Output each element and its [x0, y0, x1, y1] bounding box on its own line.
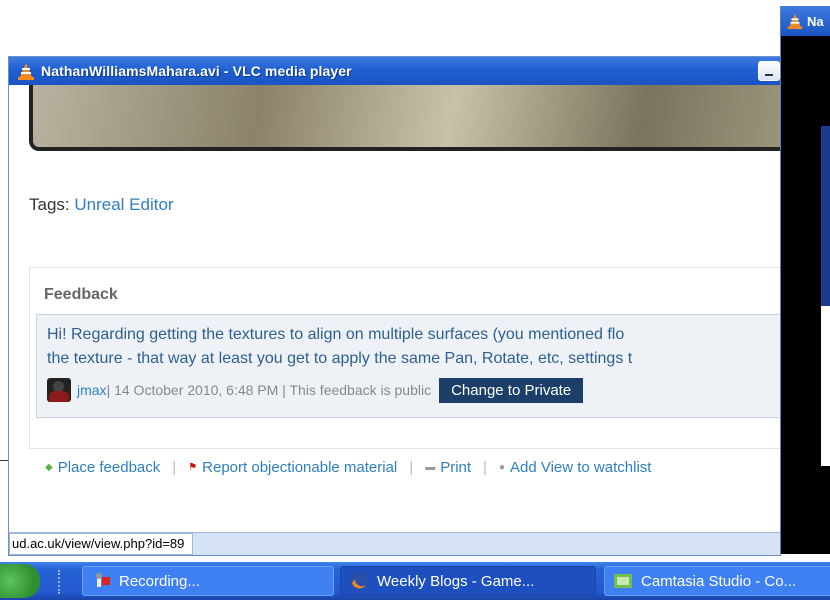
- vlc-window: NathanWilliamsMahara.avi - VLC media pla…: [8, 56, 781, 556]
- watchlist-icon: ●: [498, 462, 505, 473]
- vlc-cone-icon: [18, 63, 34, 80]
- web-content: Tags: Unreal Editor Feedback Hi! Regardi…: [9, 85, 780, 555]
- separator: |: [409, 459, 414, 476]
- status-url: ud.ac.uk/view/view.php?id=89: [9, 533, 194, 555]
- feedback-section: Feedback Hi! Regarding getting the textu…: [29, 267, 780, 449]
- separator: |: [172, 459, 177, 476]
- minimize-button[interactable]: [758, 61, 780, 81]
- feedback-meta-text: | 14 October 2010, 6:48 PM | This feedba…: [106, 382, 432, 398]
- taskbar: Recording... Weekly Blogs - Game... Camt…: [0, 562, 830, 600]
- print-icon: ▬: [425, 462, 436, 473]
- video-area: [821, 306, 830, 466]
- feedback-line: Hi! Regarding getting the textures to al…: [47, 326, 625, 343]
- print-link[interactable]: Print: [440, 459, 471, 476]
- watchlist-link[interactable]: Add View to watchlist: [510, 459, 651, 476]
- place-feedback-icon: ◆: [45, 462, 53, 473]
- feedback-meta: jmax | 14 October 2010, 6:48 PM | This f…: [47, 377, 584, 403]
- second-vlc-window[interactable]: Na: [780, 6, 830, 554]
- status-bar: ud.ac.uk/view/view.php?id=89: [9, 532, 780, 555]
- taskbar-grip[interactable]: [58, 570, 68, 594]
- taskbar-item-label: Weekly Blogs - Game...: [377, 572, 535, 590]
- feedback-item: Hi! Regarding getting the textures to al…: [36, 314, 780, 418]
- second-window-titlebar[interactable]: Na: [781, 6, 830, 36]
- change-to-private-button[interactable]: Change to Private: [439, 377, 584, 403]
- second-window-title: Na: [807, 13, 824, 29]
- tag-link[interactable]: Unreal Editor: [74, 195, 173, 214]
- recording-icon: [96, 573, 110, 587]
- firefox-icon: [350, 572, 368, 590]
- separator: |: [483, 459, 487, 476]
- author-link[interactable]: jmax: [77, 382, 107, 398]
- tags-label: Tags:: [29, 195, 70, 214]
- place-feedback-link[interactable]: Place feedback: [58, 459, 161, 476]
- report-link[interactable]: Report objectionable material: [202, 459, 397, 476]
- avatar[interactable]: [47, 378, 71, 402]
- taskbar-item-weekly-blogs[interactable]: Weekly Blogs - Game...: [340, 566, 596, 596]
- feedback-heading: Feedback: [44, 286, 118, 303]
- feedback-line: the texture - that way at least you get …: [47, 350, 633, 367]
- taskbar-item-label: Recording...: [119, 572, 200, 590]
- taskbar-item-label: Camtasia Studio - Co...: [641, 572, 797, 590]
- taskbar-item-camtasia[interactable]: Camtasia Studio - Co...: [604, 566, 830, 596]
- vlc-cone-icon: [787, 13, 803, 29]
- start-button[interactable]: [0, 564, 40, 598]
- flag-icon: ⚑: [188, 462, 198, 473]
- camtasia-icon: [614, 574, 632, 588]
- action-links: ◆ Place feedback | ⚑ Report objectionabl…: [45, 459, 651, 476]
- feedback-text: Hi! Regarding getting the textures to al…: [47, 323, 780, 371]
- header-image: [29, 85, 780, 151]
- taskbar-item-recording[interactable]: Recording...: [82, 566, 334, 596]
- window-titlebar[interactable]: NathanWilliamsMahara.avi - VLC media pla…: [9, 57, 780, 85]
- window-title: NathanWilliamsMahara.avi - VLC media pla…: [41, 63, 352, 79]
- tags-row: Tags: Unreal Editor: [29, 195, 174, 215]
